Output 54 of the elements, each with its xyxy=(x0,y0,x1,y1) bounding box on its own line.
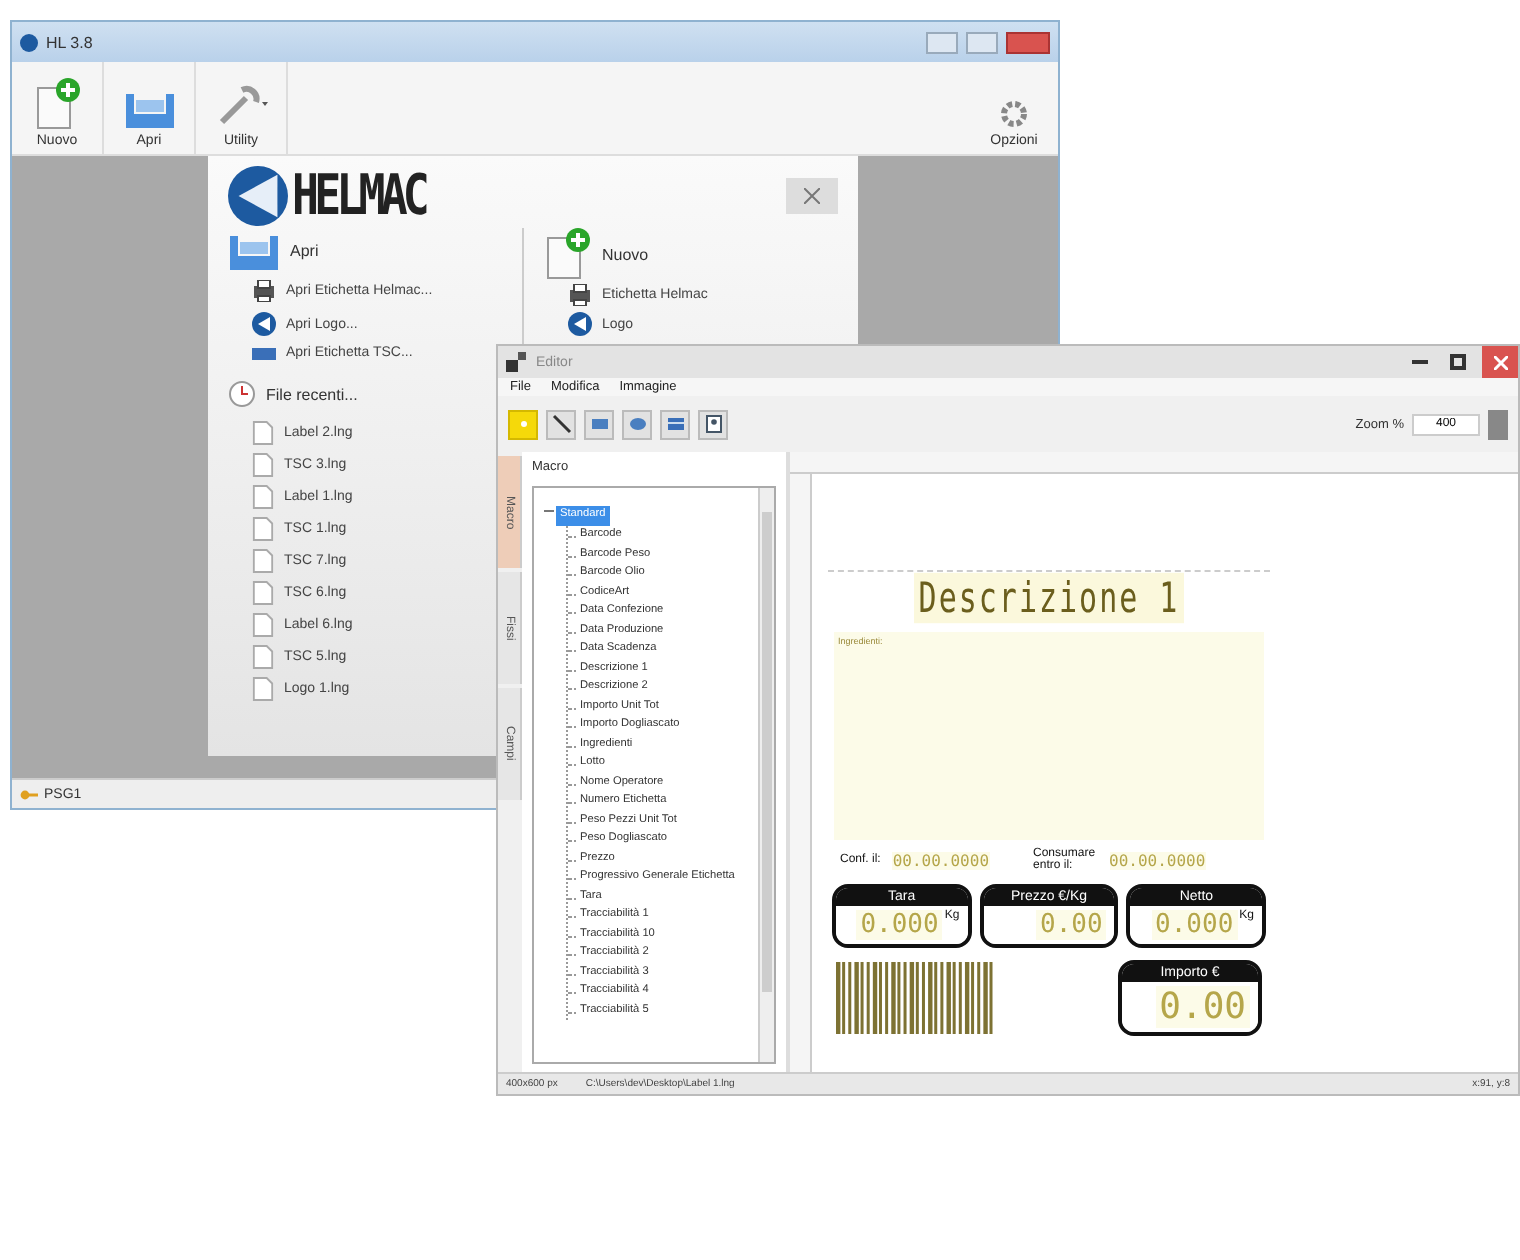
logo-emblem-icon xyxy=(228,165,288,225)
file-icon xyxy=(252,612,274,638)
file-icon xyxy=(252,644,274,670)
maximize-button[interactable] xyxy=(1444,348,1472,376)
minus-icon xyxy=(544,506,554,516)
printer-icon xyxy=(568,284,592,306)
logo-text: HELMAC xyxy=(292,162,426,228)
scrollbar[interactable] xyxy=(758,488,774,1062)
printer-icon xyxy=(252,280,276,302)
clock-icon xyxy=(228,380,256,408)
box-value: 0.000 xyxy=(1151,910,1238,940)
app-icon xyxy=(20,33,38,51)
description-field[interactable]: Descrizione 1 xyxy=(914,572,1184,624)
ellipse-tool-button[interactable] xyxy=(622,409,652,439)
settings-icon xyxy=(998,98,1030,130)
side-button[interactable] xyxy=(1488,409,1508,439)
section-title: File recenti... xyxy=(266,385,358,403)
image-icon xyxy=(703,414,723,434)
key-icon xyxy=(20,787,38,801)
rectangle-tool-button[interactable] xyxy=(584,409,614,439)
maximize-icon xyxy=(1450,354,1466,370)
file-icon xyxy=(252,452,274,478)
new-document-icon xyxy=(33,78,81,130)
tag-icon xyxy=(252,347,276,359)
file-icon xyxy=(252,548,274,574)
line-tool-button[interactable] xyxy=(546,409,576,439)
section-title: Apri xyxy=(290,241,319,259)
section-title: Nuovo xyxy=(602,245,649,263)
total-value: 0.00 xyxy=(1155,986,1250,1028)
file-icon xyxy=(252,516,274,542)
minimize-icon xyxy=(1412,360,1428,364)
file-icon xyxy=(252,580,274,606)
box-value: 0.000 xyxy=(856,910,943,940)
circle-arrow-icon xyxy=(568,312,592,336)
image-tool-button[interactable] xyxy=(698,409,728,439)
new-document-icon xyxy=(544,228,592,280)
window-title: HL 3.8 xyxy=(46,33,93,51)
file-icon xyxy=(252,484,274,510)
barcode-icon xyxy=(665,414,685,434)
barcode-tool-button[interactable] xyxy=(660,409,690,439)
file-icon xyxy=(252,420,274,446)
close-button[interactable] xyxy=(1482,346,1518,378)
close-icon xyxy=(804,188,820,204)
barcode-drawing[interactable] xyxy=(836,962,996,1034)
close-button[interactable] xyxy=(786,177,838,213)
close-icon xyxy=(1493,355,1507,369)
circle-arrow-icon xyxy=(252,312,276,336)
ellipse-icon xyxy=(627,414,647,434)
close-button[interactable] xyxy=(1006,31,1050,53)
rect-icon xyxy=(589,414,609,434)
file-icon xyxy=(252,676,274,702)
box-value: 0.00 xyxy=(1036,910,1107,940)
line-icon xyxy=(551,414,571,434)
app-icon xyxy=(506,352,526,372)
